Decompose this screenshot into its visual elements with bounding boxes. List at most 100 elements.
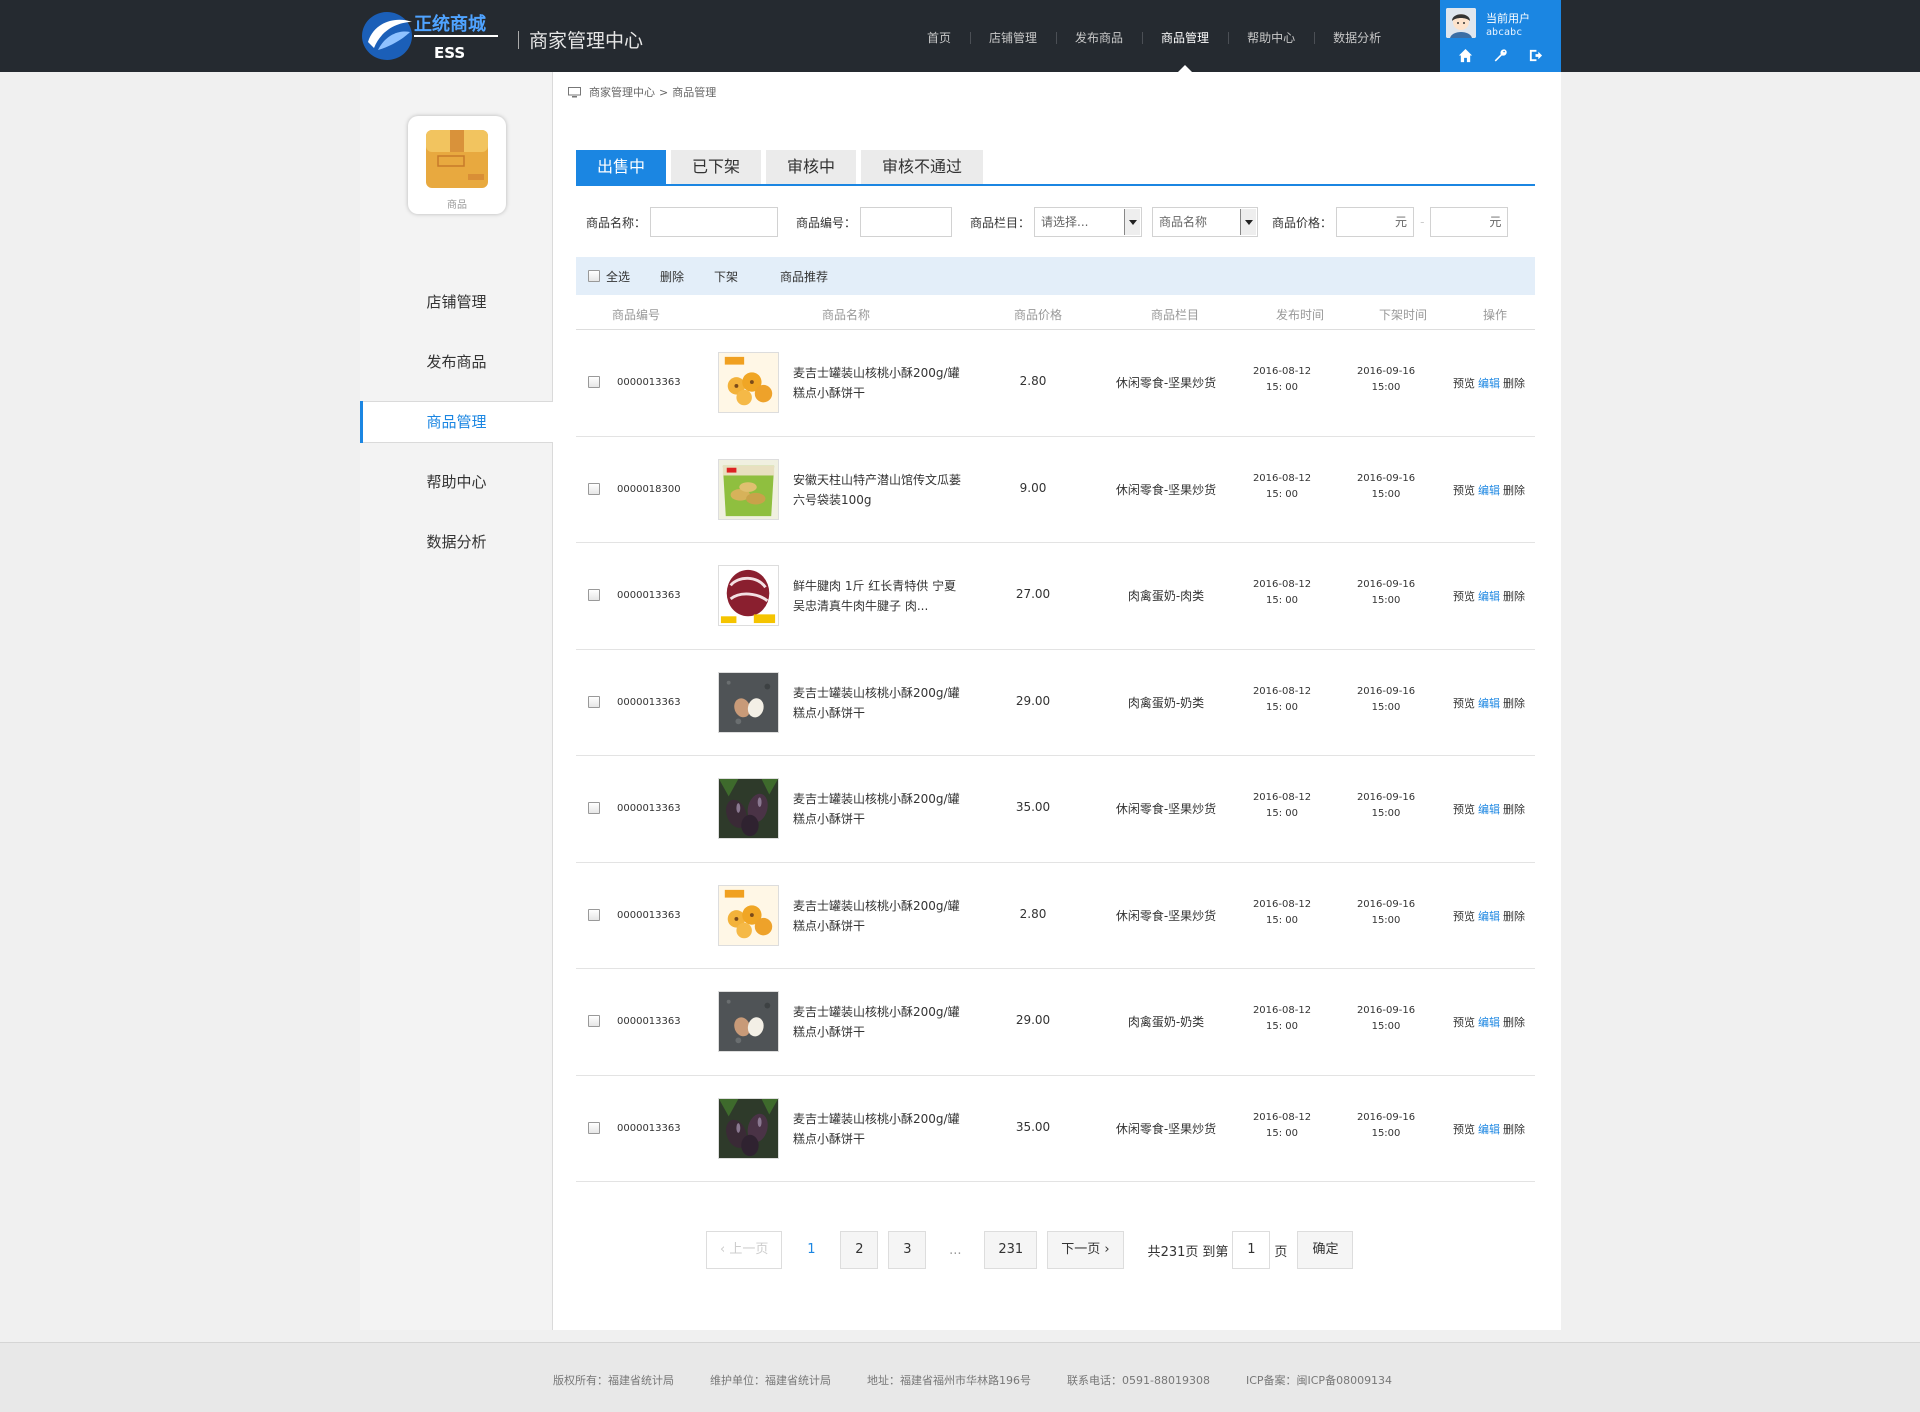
edit-link[interactable]: 编辑 [1478, 697, 1500, 710]
name-type-select[interactable]: 商品名称 [1152, 207, 1259, 237]
product-name[interactable]: 安徽天柱山特产潜山馆传文瓜蒌六号袋装100g [793, 470, 963, 510]
side-item-publish-product[interactable]: 发布商品 [360, 332, 553, 392]
bulk-off-shelf-button[interactable]: 下架 [714, 268, 738, 285]
row-checkbox[interactable] [588, 376, 600, 388]
wrench-icon[interactable] [1493, 48, 1508, 63]
logout-icon[interactable] [1528, 48, 1543, 63]
edit-link[interactable]: 编辑 [1478, 910, 1500, 923]
delete-link[interactable]: 删除 [1503, 803, 1525, 816]
off-shelf-time: 2016-09-16 15:00 [1356, 898, 1416, 926]
product-name[interactable]: 麦吉士罐装山核桃小酥200g/罐糕点小酥饼干 [793, 683, 963, 723]
side-item-data-analysis[interactable]: 数据分析 [360, 512, 553, 572]
nav-home[interactable]: 首页 [908, 0, 970, 72]
avatar[interactable] [1446, 8, 1476, 38]
product-thumbnail[interactable] [718, 991, 779, 1052]
edit-link[interactable]: 编辑 [1478, 1016, 1500, 1029]
edit-link[interactable]: 编辑 [1478, 803, 1500, 816]
price-min-input[interactable]: 元 [1336, 207, 1415, 237]
product-thumbnail[interactable] [718, 565, 779, 626]
side-item-store-management[interactable]: 店铺管理 [360, 272, 553, 332]
bulk-delete-button[interactable]: 删除 [660, 268, 684, 285]
tab-review-failed[interactable]: 审核不通过 [861, 150, 984, 184]
delete-link[interactable]: 删除 [1503, 590, 1525, 603]
preview-link[interactable]: 预览 [1453, 803, 1475, 816]
nav-help-center[interactable]: 帮助中心 [1228, 0, 1314, 72]
page-1[interactable]: 1 [792, 1231, 830, 1269]
delete-link[interactable]: 删除 [1503, 377, 1525, 390]
tab-on-sale[interactable]: 出售中 [576, 150, 667, 184]
row-checkbox[interactable] [588, 908, 600, 921]
breadcrumb: 商家管理中心 > 商品管理 [568, 84, 716, 100]
preview-link[interactable]: 预览 [1453, 484, 1475, 497]
preview-link[interactable]: 预览 [1453, 1016, 1475, 1029]
site-title: 商家管理中心 [518, 26, 643, 53]
goto-confirm-button[interactable]: 确定 [1297, 1231, 1354, 1269]
breadcrumb-root[interactable]: 商家管理中心 [589, 84, 655, 100]
delete-link[interactable]: 删除 [1503, 910, 1525, 923]
product-column-select[interactable]: 请选择... [1034, 207, 1143, 237]
side-item-help-center[interactable]: 帮助中心 [360, 452, 553, 512]
select-all-label[interactable]: 全选 [606, 268, 630, 285]
product-price: 35.00 [1015, 1119, 1051, 1134]
row-checkbox[interactable] [588, 695, 600, 708]
off-shelf-time: 2016-09-16 15:00 [1356, 792, 1416, 819]
select-all-checkbox[interactable] [588, 270, 600, 282]
delete-link[interactable]: 删除 [1503, 1123, 1525, 1136]
next-page-button[interactable]: 下一页 › [1047, 1231, 1124, 1269]
edit-link[interactable]: 编辑 [1478, 1123, 1500, 1136]
product-name[interactable]: 麦吉士罐装山核桃小酥200g/罐糕点小酥饼干 [793, 789, 963, 829]
preview-link[interactable]: 预览 [1453, 590, 1475, 603]
preview-link[interactable]: 预览 [1453, 910, 1475, 923]
preview-link[interactable]: 预览 [1453, 1123, 1475, 1136]
total-pages: 共231页 [1147, 1244, 1199, 1260]
nav-publish-product[interactable]: 发布商品 [1056, 0, 1142, 72]
product-thumbnail[interactable] [718, 671, 779, 733]
product-name[interactable]: 麦吉士罐装山核桃小酥200g/罐糕点小酥饼干 [793, 1002, 963, 1042]
publish-time: 2016-08-12 15: 00 [1252, 898, 1312, 926]
product-name[interactable]: 麦吉士罐装山核桃小酥200g/罐糕点小酥饼干 [793, 896, 963, 936]
product-thumbnail[interactable] [718, 458, 779, 520]
page-2[interactable]: 2 [840, 1231, 879, 1269]
nav-product-management[interactable]: 商品管理 [1142, 0, 1228, 72]
off-shelf-time: 2016-09-16 15:00 [1356, 1111, 1416, 1139]
side-item-product-management[interactable]: 商品管理 [360, 401, 553, 443]
price-max-input[interactable]: 元 [1430, 207, 1509, 237]
status-tabs: 出售中 已下架 审核中 审核不通过 [576, 150, 1535, 186]
delete-link[interactable]: 删除 [1503, 1016, 1525, 1029]
edit-link[interactable]: 编辑 [1478, 484, 1500, 497]
home-icon[interactable] [1458, 48, 1473, 63]
tab-off-shelf[interactable]: 已下架 [671, 150, 762, 184]
row-checkbox[interactable] [588, 589, 600, 601]
row-checkbox[interactable] [588, 1015, 600, 1027]
product-thumbnail[interactable] [718, 884, 779, 946]
ess-logo[interactable]: 正统商城 ESS [360, 8, 502, 64]
page-last[interactable]: 231 [984, 1231, 1038, 1269]
nav-data-analysis[interactable]: 数据分析 [1314, 0, 1400, 72]
prev-page-button[interactable]: ‹ 上一页 [706, 1231, 783, 1269]
edit-link[interactable]: 编辑 [1478, 377, 1500, 390]
recommend-button[interactable]: 商品推荐 [780, 268, 828, 285]
row-actions: 预览 编辑 删除 [1453, 482, 1528, 498]
product-name[interactable]: 鲜牛腱肉 1斤 红长青特供 宁夏吴忠清真牛肉牛腱子 肉... [793, 576, 963, 616]
preview-link[interactable]: 预览 [1453, 697, 1475, 710]
tab-under-review[interactable]: 审核中 [766, 150, 857, 184]
page-3[interactable]: 3 [888, 1231, 927, 1269]
publish-time: 2016-08-12 15: 00 [1252, 579, 1312, 606]
nav-store-management[interactable]: 店铺管理 [970, 0, 1056, 72]
delete-link[interactable]: 删除 [1503, 484, 1525, 497]
row-checkbox[interactable] [588, 802, 600, 814]
product-name-input[interactable] [650, 207, 779, 237]
edit-link[interactable]: 编辑 [1478, 590, 1500, 603]
product-thumbnail[interactable] [718, 352, 779, 413]
row-checkbox[interactable] [588, 1121, 600, 1134]
row-checkbox[interactable] [588, 482, 600, 495]
delete-link[interactable]: 删除 [1503, 697, 1525, 710]
product-name[interactable]: 麦吉士罐装山核桃小酥200g/罐糕点小酥饼干 [793, 363, 963, 403]
product-name[interactable]: 麦吉士罐装山核桃小酥200g/罐糕点小酥饼干 [793, 1109, 963, 1149]
preview-link[interactable]: 预览 [1453, 377, 1475, 390]
goto-page-input[interactable]: 1 [1232, 1231, 1271, 1269]
product-code-input[interactable] [860, 207, 953, 237]
product-thumbnail[interactable] [718, 778, 779, 839]
product-app-tile[interactable]: 商品 [408, 116, 506, 214]
product-thumbnail[interactable] [718, 1097, 779, 1159]
